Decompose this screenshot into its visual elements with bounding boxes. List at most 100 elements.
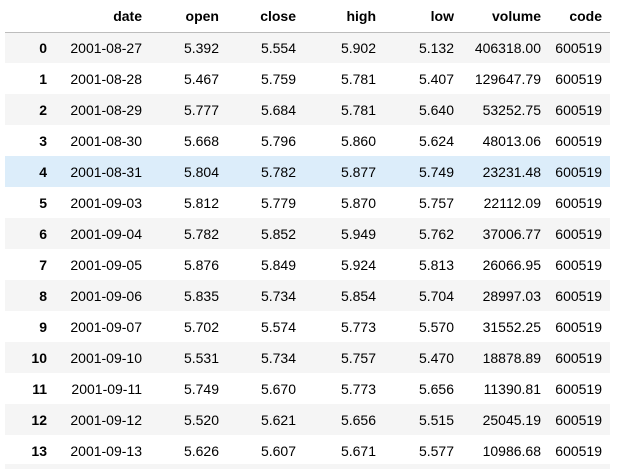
- cell-date: 2001-09-10: [70, 349, 142, 366]
- cell-code: 600519: [555, 442, 602, 459]
- cell-date: 2001-09-07: [70, 318, 142, 335]
- cell-open: 5.531: [183, 349, 219, 366]
- cell-open: 5.668: [183, 132, 219, 149]
- cell-code: 600519: [555, 287, 602, 304]
- row-index: 1: [39, 70, 47, 87]
- column-header-volume: volume: [462, 0, 549, 33]
- cell-date: 2001-08-31: [70, 163, 142, 180]
- table-row: 3 2001-08-30 5.668 5.796 5.860 5.624 48013.06 6…: [5, 125, 610, 156]
- cell-high: 5.773: [340, 318, 376, 335]
- cell-open: 5.812: [183, 194, 219, 211]
- cell-open: 5.520: [183, 411, 219, 428]
- column-header-close: close: [227, 0, 304, 33]
- cell-volume: 28997.03: [482, 287, 541, 304]
- cell-high: 5.781: [340, 70, 376, 87]
- row-index: 0: [39, 39, 47, 56]
- cell-code: 600519: [555, 101, 602, 118]
- cell-code: 600519: [555, 70, 602, 87]
- cell-open: 5.804: [183, 163, 219, 180]
- dataframe-table: date open close high low volume code 0 2001-08-…: [5, 0, 610, 466]
- table-row: 5 2001-09-03 5.812 5.779 5.870 5.757 22112.09 6…: [5, 187, 610, 218]
- row-index: 12: [31, 411, 47, 428]
- table-row: 6 2001-09-04 5.782 5.852 5.949 5.762 37006.77 6…: [5, 218, 610, 249]
- cell-high: 5.656: [340, 411, 376, 428]
- cell-high: 5.949: [340, 225, 376, 242]
- cell-low: 5.470: [418, 349, 454, 366]
- notebook-output: date open close high low volume code 0 2001-08-…: [0, 0, 638, 469]
- row-index: 2: [39, 101, 47, 118]
- cell-close: 5.574: [260, 318, 296, 335]
- cell-code: 600519: [555, 132, 602, 149]
- index-header: [5, 0, 55, 33]
- row-index: 8: [39, 287, 47, 304]
- cell-date: 2001-08-27: [70, 39, 142, 56]
- cell-high: 5.671: [340, 442, 376, 459]
- cell-volume: 25045.19: [482, 411, 541, 428]
- cell-close: 5.796: [260, 132, 296, 149]
- cell-date: 2001-09-03: [70, 194, 142, 211]
- cell-open: 5.702: [183, 318, 219, 335]
- row-index: 10: [31, 349, 47, 366]
- cell-high: 5.902: [340, 39, 376, 56]
- table-row: 0 2001-08-27 5.392 5.554 5.902 5.132 406318.00…: [5, 32, 610, 63]
- cell-close: 5.684: [260, 101, 296, 118]
- cell-volume: 11390.81: [483, 380, 541, 397]
- cell-volume: 23231.48: [482, 163, 541, 180]
- cell-low: 5.749: [418, 163, 454, 180]
- cell-volume: 37006.77: [482, 225, 541, 242]
- cell-high: 5.757: [340, 349, 376, 366]
- cell-close: 5.621: [260, 411, 296, 428]
- cell-close: 5.759: [260, 70, 296, 87]
- column-header-code: code: [549, 0, 610, 33]
- next-row-partial: [5, 464, 610, 469]
- cell-high: 5.773: [340, 380, 376, 397]
- cell-open: 5.782: [183, 225, 219, 242]
- cell-close: 5.779: [260, 194, 296, 211]
- cell-code: 600519: [555, 318, 602, 335]
- cell-code: 600519: [555, 39, 602, 56]
- cell-low: 5.813: [418, 256, 454, 273]
- column-header-open: open: [150, 0, 227, 33]
- cell-code: 600519: [555, 163, 602, 180]
- cell-volume: 22112.09: [483, 194, 541, 211]
- cell-date: 2001-09-04: [70, 225, 142, 242]
- cell-open: 5.835: [183, 287, 219, 304]
- cell-open: 5.626: [183, 442, 219, 459]
- cell-date: 2001-08-28: [70, 70, 142, 87]
- row-index: 9: [39, 318, 47, 335]
- cell-low: 5.132: [418, 39, 454, 56]
- cell-close: 5.734: [260, 349, 296, 366]
- cell-low: 5.656: [418, 380, 454, 397]
- cell-code: 600519: [555, 380, 602, 397]
- cell-volume: 129647.79: [474, 70, 541, 87]
- column-header-low: low: [384, 0, 462, 33]
- row-index: 13: [31, 442, 47, 459]
- header-row: date open close high low volume code: [5, 0, 610, 33]
- cell-high: 5.781: [340, 101, 376, 118]
- table-row: 12 2001-09-12 5.520 5.621 5.656 5.515 25045.19…: [5, 404, 610, 435]
- cell-low: 5.570: [418, 318, 454, 335]
- cell-code: 600519: [555, 411, 602, 428]
- cell-volume: 53252.75: [482, 101, 541, 118]
- row-index: 11: [32, 380, 47, 397]
- table-row: 13 2001-09-13 5.626 5.607 5.671 5.577 10986.68…: [5, 435, 610, 466]
- cell-low: 5.515: [418, 411, 454, 428]
- cell-volume: 26066.95: [482, 256, 541, 273]
- cell-low: 5.577: [418, 442, 454, 459]
- cell-open: 5.467: [183, 70, 219, 87]
- cell-code: 600519: [555, 349, 602, 366]
- cell-high: 5.870: [340, 194, 376, 211]
- cell-date: 2001-09-13: [70, 442, 142, 459]
- cell-volume: 31552.25: [482, 318, 541, 335]
- cell-date: 2001-09-06: [70, 287, 142, 304]
- cell-open: 5.876: [183, 256, 219, 273]
- cell-date: 2001-09-05: [70, 256, 142, 273]
- table-row: 7 2001-09-05 5.876 5.849 5.924 5.813 26066.95 6…: [5, 249, 610, 280]
- cell-close: 5.734: [260, 287, 296, 304]
- row-index: 3: [39, 132, 47, 149]
- cell-code: 600519: [555, 194, 602, 211]
- cell-close: 5.852: [260, 225, 296, 242]
- cell-close: 5.607: [260, 442, 296, 459]
- table-row: 8 2001-09-06 5.835 5.734 5.854 5.704 28997.03 6…: [5, 280, 610, 311]
- cell-close: 5.782: [260, 163, 296, 180]
